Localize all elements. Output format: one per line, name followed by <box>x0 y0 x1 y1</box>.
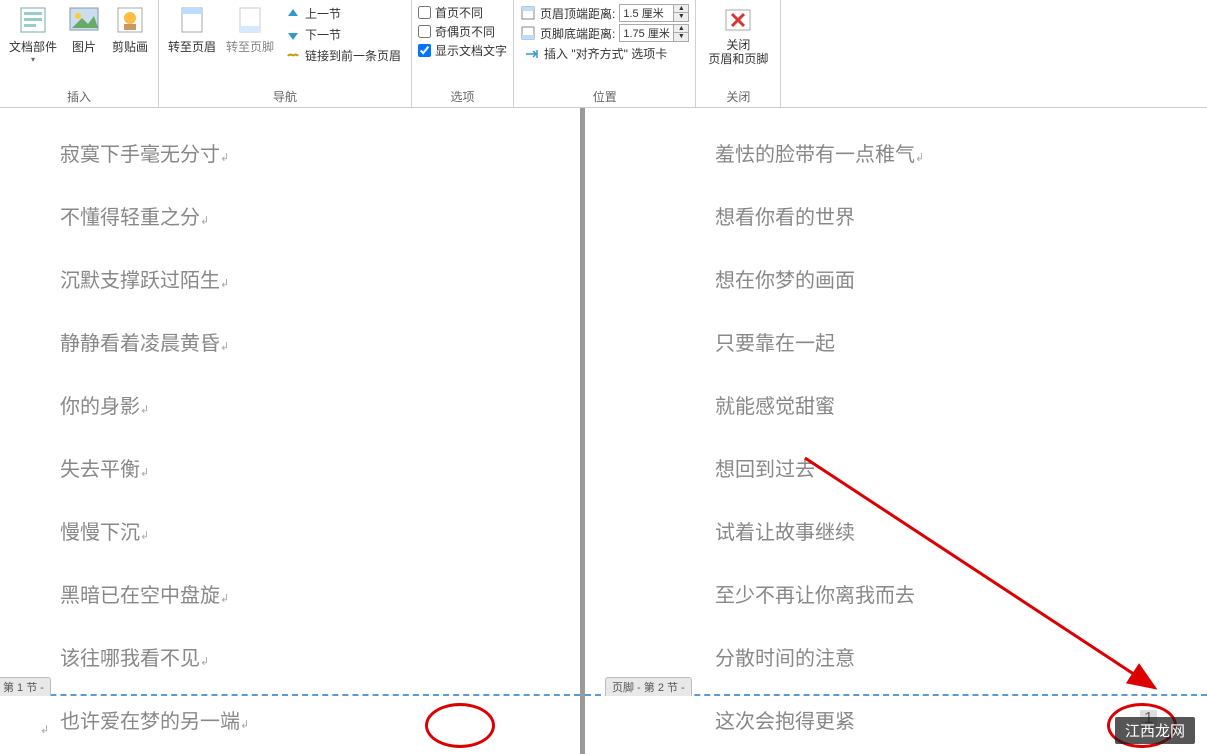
next-section-label: 下一节 <box>305 26 341 43</box>
goto-header-button[interactable]: 转至页眉 <box>165 2 219 57</box>
close-icon <box>722 4 754 36</box>
annotation-circle <box>425 703 495 748</box>
text-line: 就能感觉甜蜜 <box>715 390 1207 419</box>
footer-distance-icon <box>520 25 536 41</box>
footer-section-tab-1: 第 1 节 - <box>0 677 51 696</box>
text-line: 不懂得轻重之分↲ <box>60 201 580 230</box>
next-section-button[interactable]: 下一节 <box>281 25 405 44</box>
goto-footer-label: 转至页脚 <box>226 38 274 55</box>
group-options: 首页不同 奇偶页不同 显示文档文字 选项 <box>412 0 514 107</box>
footer-boundary <box>0 694 580 696</box>
text-line: 至少不再让你离我而去 <box>715 579 1207 608</box>
clipart-label: 剪贴画 <box>112 38 148 55</box>
group-position: 页眉顶端距离: 1.5 厘米 ▲▼ 页脚底端距离: 1.75 厘米 ▲▼ <box>514 0 696 107</box>
group-close-label: 关闭 <box>702 86 774 107</box>
arrow-up-icon <box>285 6 301 22</box>
link-previous-label: 链接到前一条页眉 <box>305 47 401 64</box>
doc-parts-icon <box>17 4 49 36</box>
close-header-footer-button[interactable]: 关闭 页眉和页脚 <box>702 2 774 68</box>
group-close: 关闭 页眉和页脚 关闭 <box>696 0 781 107</box>
group-navigation: 转至页眉 转至页脚 上一节 下一节 链接到前一条页眉 <box>159 0 412 107</box>
text-line: 只要靠在一起 <box>715 327 1207 356</box>
goto-footer-icon <box>234 4 266 36</box>
picture-label: 图片 <box>72 38 96 55</box>
text-line: 羞怯的脸带有一点稚气↲ <box>715 138 1207 167</box>
picture-icon <box>68 4 100 36</box>
header-distance-value: 1.5 厘米 <box>620 5 673 21</box>
footer-distance-spinner[interactable]: 1.75 厘米 ▲▼ <box>619 24 689 42</box>
picture-button[interactable]: 图片 <box>64 2 104 57</box>
text-line: 分散时间的注意 <box>715 642 1207 671</box>
prev-section-button[interactable]: 上一节 <box>281 4 405 23</box>
text-line: 慢慢下沉↲ <box>60 516 580 545</box>
text-line: 想看你看的世界 <box>715 201 1207 230</box>
spin-up-icon[interactable]: ▲ <box>674 25 688 33</box>
group-position-label: 位置 <box>520 86 689 107</box>
text-line: 试着让故事继续 <box>715 516 1207 545</box>
footer-section-tab-2: 页脚 - 第 2 节 - <box>605 677 692 696</box>
footer-distance-value: 1.75 厘米 <box>620 25 673 41</box>
ribbon-header-footer-tools: 文档部件 ▾ 图片 剪贴画 插入 <box>0 0 1207 108</box>
page-2-body: 羞怯的脸带有一点稚气↲ 想看你看的世界 想在你梦的画面 只要靠在一起 就能感觉甜… <box>585 108 1207 734</box>
doc-parts-button[interactable]: 文档部件 ▾ <box>6 2 60 66</box>
footer-content-1[interactable]: ↲ <box>40 722 49 736</box>
text-line: 你的身影↲ <box>60 390 580 419</box>
footer-distance-label: 页脚底端距离: <box>540 25 615 42</box>
insert-align-tab-label: 插入 "对齐方式" 选项卡 <box>544 45 667 62</box>
document-area: 寂寞下手毫无分寸↲ 不懂得轻重之分↲ 沉默支撑跃过陌生↲ 静静看着凌晨黄昏↲ 你… <box>0 108 1207 754</box>
header-distance-label: 页眉顶端距离: <box>540 5 615 22</box>
clipart-icon <box>114 4 146 36</box>
clipart-button[interactable]: 剪贴画 <box>108 2 152 57</box>
page-2[interactable]: 羞怯的脸带有一点稚气↲ 想看你看的世界 想在你梦的画面 只要靠在一起 就能感觉甜… <box>585 108 1207 754</box>
text-line: 想回到过去 <box>715 453 1207 482</box>
text-line: 失去平衡↲ <box>60 453 580 482</box>
spin-up-icon[interactable]: ▲ <box>674 5 688 13</box>
group-options-label: 选项 <box>418 86 507 107</box>
text-line: 想在你梦的画面 <box>715 264 1207 293</box>
text-line: 黑暗已在空中盘旋↲ <box>60 579 580 608</box>
group-nav-label: 导航 <box>165 86 405 107</box>
arrow-down-icon <box>285 27 301 43</box>
link-icon <box>285 48 301 64</box>
text-line: 该往哪我看不见↲ <box>60 642 580 671</box>
group-insert: 文档部件 ▾ 图片 剪贴画 插入 <box>0 0 159 107</box>
watermark: 江西龙网 <box>1115 717 1195 744</box>
odd-even-different-checkbox[interactable]: 奇偶页不同 <box>418 23 507 40</box>
text-line: 寂寞下手毫无分寸↲ <box>60 138 580 167</box>
header-distance-icon <box>520 5 536 21</box>
page-1-body: 寂寞下手毫无分寸↲ 不懂得轻重之分↲ 沉默支撑跃过陌生↲ 静静看着凌晨黄昏↲ 你… <box>0 108 580 734</box>
goto-footer-button[interactable]: 转至页脚 <box>223 2 277 57</box>
first-page-different-checkbox[interactable]: 首页不同 <box>418 4 507 21</box>
chevron-down-icon: ▾ <box>31 55 35 64</box>
goto-header-label: 转至页眉 <box>168 38 216 55</box>
group-insert-label: 插入 <box>6 86 152 107</box>
doc-parts-label: 文档部件 <box>9 38 57 55</box>
spin-down-icon[interactable]: ▼ <box>674 13 688 21</box>
insert-align-tab-button[interactable]: 插入 "对齐方式" 选项卡 <box>520 44 689 63</box>
show-document-text-checkbox[interactable]: 显示文档文字 <box>418 42 507 59</box>
page-1[interactable]: 寂寞下手毫无分寸↲ 不懂得轻重之分↲ 沉默支撑跃过陌生↲ 静静看着凌晨黄昏↲ 你… <box>0 108 580 754</box>
goto-header-icon <box>176 4 208 36</box>
link-previous-button[interactable]: 链接到前一条页眉 <box>281 46 405 65</box>
text-line: 也许爱在梦的另一端↲ <box>60 705 580 734</box>
tab-icon <box>524 46 540 62</box>
close-label-1: 关闭 <box>708 38 768 52</box>
header-distance-spinner[interactable]: 1.5 厘米 ▲▼ <box>619 4 689 22</box>
spin-down-icon[interactable]: ▼ <box>674 33 688 41</box>
text-line: 静静看着凌晨黄昏↲ <box>60 327 580 356</box>
prev-section-label: 上一节 <box>305 5 341 22</box>
text-line: 沉默支撑跃过陌生↲ <box>60 264 580 293</box>
close-label-2: 页眉和页脚 <box>708 52 768 66</box>
